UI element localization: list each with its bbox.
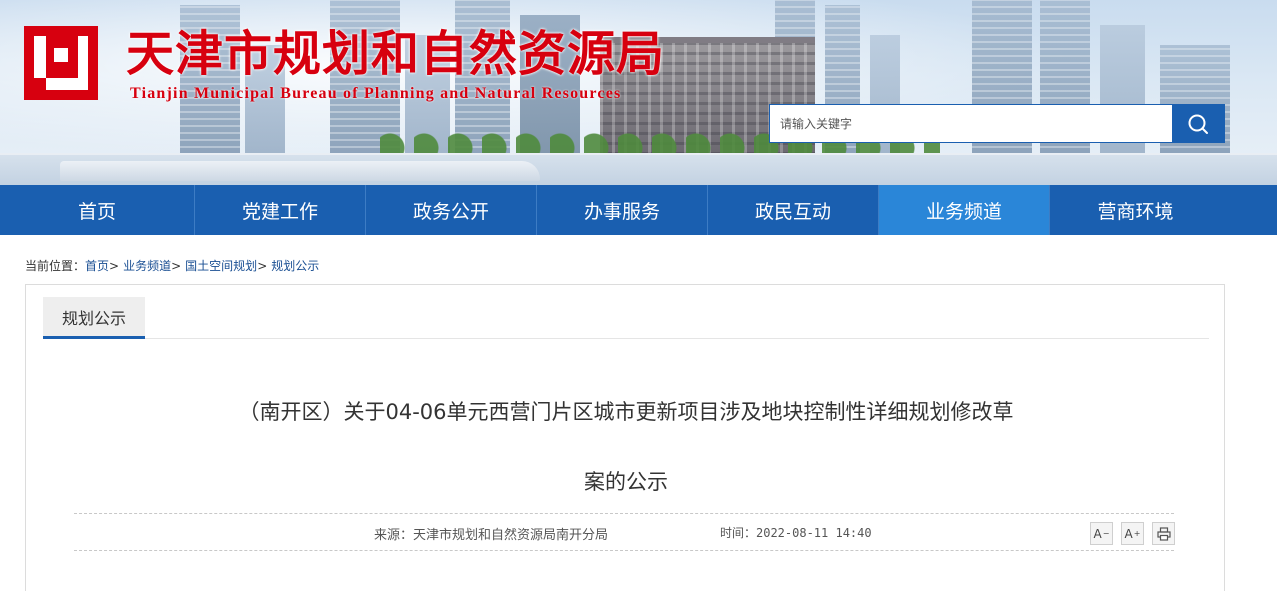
nav-item-business-environment[interactable]: 营商环境	[1050, 185, 1221, 235]
article-title: （南开区）关于04-06单元西营门片区城市更新项目涉及地块控制性详细规划修改草 …	[106, 377, 1146, 517]
print-icon	[1156, 526, 1171, 541]
article-meta-bar: 来源：天津市规划和自然资源局南开分局 时间：2022-08-11 14:40 A…	[74, 513, 1175, 551]
bureau-logo-icon[interactable]	[24, 26, 98, 100]
nav-item-party-building[interactable]: 党建工作	[195, 185, 366, 235]
tab-planning-notice[interactable]: 规划公示	[43, 297, 145, 339]
search-icon	[1188, 114, 1208, 134]
font-larger-button[interactable]: A +	[1121, 522, 1144, 545]
article-title-line-1: （南开区）关于04-06单元西营门片区城市更新项目涉及地块控制性详细规划修改草	[238, 400, 1014, 424]
breadcrumb-prefix: 当前位置：	[25, 259, 86, 273]
breadcrumb: 当前位置： 首页 > 业务频道 > 国土空间规划 > 规划公示	[25, 257, 319, 274]
main-nav: 首页 党建工作 政务公开 办事服务 政民互动 业务频道 营商环境	[0, 185, 1277, 235]
breadcrumb-spatial-planning[interactable]: 国土空间规划	[185, 257, 257, 274]
banner-boat	[60, 161, 540, 181]
article-title-line-2: 案的公示	[584, 470, 668, 494]
tab-row: 规划公示	[43, 297, 1209, 339]
breadcrumb-separator: >	[171, 258, 182, 273]
nav-item-government-affairs[interactable]: 政务公开	[366, 185, 537, 235]
article-time: 时间：2022-08-11 14:40	[720, 526, 872, 540]
search-input[interactable]	[770, 105, 1172, 142]
search-button[interactable]	[1172, 105, 1224, 142]
font-smaller-sign: −	[1102, 529, 1110, 538]
site-title[interactable]: 天津市规划和自然资源局	[126, 26, 665, 82]
breadcrumb-separator: >	[109, 258, 120, 273]
breadcrumb-planning-notice[interactable]: 规划公示	[271, 257, 319, 274]
article-source: 来源：天津市规划和自然资源局南开分局	[374, 528, 609, 543]
nav-item-business-channel[interactable]: 业务频道	[879, 185, 1050, 235]
content-panel: 规划公示 （南开区）关于04-06单元西营门片区城市更新项目涉及地块控制性详细规…	[25, 284, 1225, 591]
nav-item-services[interactable]: 办事服务	[537, 185, 708, 235]
nav-item-interaction[interactable]: 政民互动	[708, 185, 879, 235]
site-subtitle: Tianjin Municipal Bureau of Planning and…	[130, 85, 622, 102]
nav-item-home[interactable]: 首页	[0, 185, 195, 235]
font-larger-label: A	[1124, 526, 1133, 541]
print-button[interactable]	[1152, 522, 1175, 545]
breadcrumb-business-channel[interactable]: 业务频道	[123, 257, 171, 274]
breadcrumb-separator: >	[257, 258, 268, 273]
breadcrumb-home[interactable]: 首页	[85, 257, 109, 274]
font-smaller-label: A	[1093, 526, 1102, 541]
header-banner: 天津市规划和自然资源局 Tianjin Municipal Bureau of …	[0, 0, 1277, 185]
font-smaller-button[interactable]: A −	[1090, 522, 1113, 545]
search-bar	[769, 104, 1225, 143]
font-larger-sign: +	[1133, 529, 1141, 538]
